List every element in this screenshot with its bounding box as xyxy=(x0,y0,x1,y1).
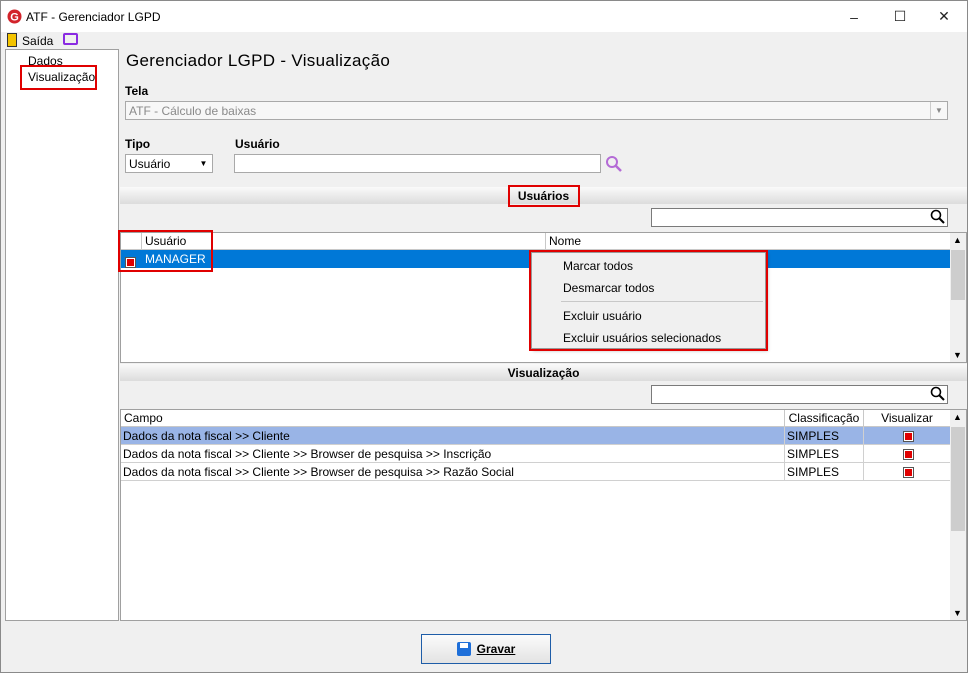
tela-label: Tela xyxy=(125,84,149,98)
minimize-button[interactable]: – xyxy=(831,1,877,32)
scroll-up-icon[interactable]: ▲ xyxy=(953,412,962,422)
cell-campo: Dados da nota fiscal >> Cliente >> Brows… xyxy=(121,445,785,463)
cell-campo: Dados da nota fiscal >> Cliente xyxy=(121,427,785,445)
navigation-tree: Dados Visualização xyxy=(5,49,119,621)
visualizacao-grid: Campo Classificação Visualizar Dados da … xyxy=(120,409,967,621)
tela-select[interactable]: ATF - Cálculo de baixas ▼ xyxy=(125,101,948,120)
usuarios-grid-header: Usuário Nome xyxy=(121,233,950,250)
visualizacao-section-title: Visualização xyxy=(507,365,580,380)
search-icon[interactable] xyxy=(930,386,946,402)
highlight-box-usuarios xyxy=(508,185,580,207)
visualizacao-grid-header: Campo Classificação Visualizar xyxy=(121,410,950,427)
visualizacao-scrollbar[interactable]: ▲ ▼ xyxy=(950,410,966,620)
checkbox-icon[interactable] xyxy=(902,431,914,443)
table-row[interactable]: Dados da nota fiscal >> Cliente >> Brows… xyxy=(121,463,950,481)
scroll-thumb[interactable] xyxy=(951,250,965,300)
visualizacao-section-bar: Visualização xyxy=(120,364,967,381)
toolbar: Saída xyxy=(1,32,967,49)
save-button-label: Gravar xyxy=(476,642,516,656)
usuarios-search-input[interactable] xyxy=(651,208,948,227)
visualizacao-search-input[interactable] xyxy=(651,385,948,404)
scroll-thumb[interactable] xyxy=(951,427,965,531)
maximize-button[interactable]: ☐ xyxy=(877,1,923,32)
highlight-box-menu xyxy=(529,250,768,351)
search-icon[interactable] xyxy=(930,209,946,225)
col-campo[interactable]: Campo xyxy=(121,410,785,427)
scroll-up-icon[interactable]: ▲ xyxy=(953,235,962,245)
svg-text:G: G xyxy=(10,12,19,24)
tela-select-value: ATF - Cálculo de baixas xyxy=(129,104,257,118)
checkbox-icon[interactable] xyxy=(902,449,914,461)
tipo-select-value: Usuário xyxy=(129,157,171,171)
table-row[interactable]: Dados da nota fiscal >> Cliente SIMPLES xyxy=(121,427,950,445)
app-window: G ATF - Gerenciador LGPD – ☐ ✕ Saída Dad… xyxy=(0,0,968,673)
cell-classificacao: SIMPLES xyxy=(785,445,864,463)
cell-campo: Dados da nota fiscal >> Cliente >> Brows… xyxy=(121,463,785,481)
usuario-input[interactable] xyxy=(234,154,601,173)
cell-classificacao: SIMPLES xyxy=(785,427,864,445)
cell-visualizar[interactable] xyxy=(864,445,950,463)
tree-item-visualizacao[interactable]: Visualização xyxy=(28,70,95,84)
usuario-label: Usuário xyxy=(235,137,280,151)
checkbox-icon[interactable] xyxy=(902,467,914,479)
scroll-down-icon[interactable]: ▼ xyxy=(953,608,962,618)
scroll-down-icon[interactable]: ▼ xyxy=(953,350,962,360)
title-bar: G ATF - Gerenciador LGPD – ☐ ✕ xyxy=(1,1,967,32)
chevron-down-icon[interactable]: ▼ xyxy=(195,155,212,172)
tipo-select[interactable]: Usuário ▼ xyxy=(125,154,213,173)
exit-button[interactable]: Saída xyxy=(22,34,53,48)
close-button[interactable]: ✕ xyxy=(921,1,967,32)
page-title: Gerenciador LGPD - Visualização xyxy=(126,51,391,70)
monitor-icon[interactable] xyxy=(63,33,78,45)
col-classificacao[interactable]: Classificação xyxy=(785,410,864,427)
highlight-box-usuario-cell xyxy=(118,230,213,272)
usuarios-scrollbar[interactable]: ▲ ▼ xyxy=(950,233,966,362)
search-icon[interactable] xyxy=(605,155,623,173)
cell-classificacao: SIMPLES xyxy=(785,463,864,481)
tipo-label: Tipo xyxy=(125,137,151,151)
app-logo-icon: G xyxy=(7,9,22,24)
window-title: ATF - Gerenciador LGPD xyxy=(26,10,161,24)
table-row[interactable]: Dados da nota fiscal >> Cliente >> Brows… xyxy=(121,445,950,463)
chevron-down-icon[interactable]: ▼ xyxy=(930,102,947,119)
col-visualizar[interactable]: Visualizar xyxy=(864,410,950,427)
save-icon xyxy=(456,642,471,656)
save-button[interactable]: Gravar xyxy=(421,634,551,664)
cell-visualizar[interactable] xyxy=(864,463,950,481)
exit-icon[interactable] xyxy=(7,33,17,47)
cell-visualizar[interactable] xyxy=(864,427,950,445)
col-nome[interactable]: Nome xyxy=(546,233,950,250)
